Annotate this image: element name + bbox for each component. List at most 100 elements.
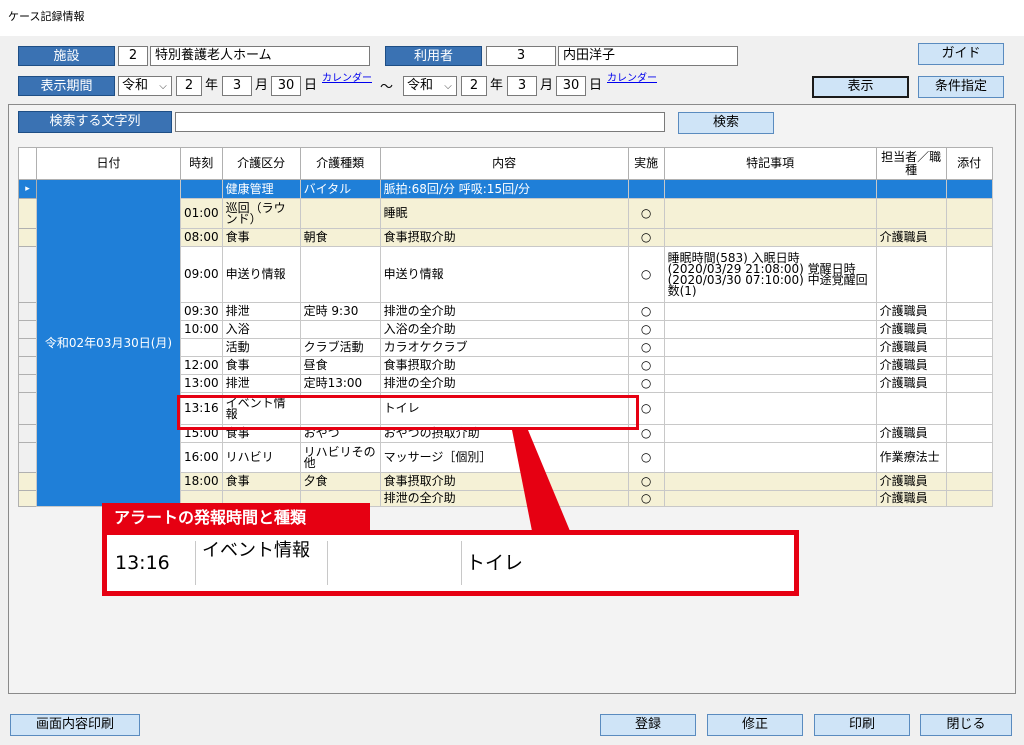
content-cell[interactable]: 入浴の全介助 — [379, 320, 629, 339]
type-cell[interactable]: 定時13:00 — [299, 374, 381, 393]
category-cell[interactable]: 食事 — [221, 356, 301, 375]
attach-cell[interactable] — [945, 490, 993, 507]
done-cell[interactable] — [627, 179, 665, 199]
done-cell[interactable]: ○ — [627, 490, 665, 507]
row-header[interactable]: ▸ — [18, 179, 37, 199]
time-cell[interactable]: 18:00 — [180, 472, 223, 491]
type-cell[interactable] — [299, 198, 381, 229]
time-cell[interactable]: 01:00 — [180, 198, 223, 229]
attach-cell[interactable] — [945, 356, 993, 375]
notes-cell[interactable] — [663, 374, 877, 393]
row-header[interactable] — [18, 424, 37, 443]
time-cell[interactable]: 13:00 — [180, 374, 223, 393]
attach-cell[interactable] — [945, 442, 993, 473]
column-header[interactable]: 介護種類 — [299, 147, 381, 180]
content-cell[interactable]: 睡眠 — [379, 198, 629, 229]
row-header[interactable] — [18, 356, 37, 375]
row-header[interactable] — [18, 490, 37, 507]
row-header[interactable] — [18, 246, 37, 303]
category-cell[interactable]: 食事 — [221, 228, 301, 247]
done-cell[interactable]: ○ — [627, 228, 665, 247]
staff-cell[interactable]: 介護職員 — [875, 472, 947, 491]
notes-cell[interactable] — [663, 179, 877, 199]
table-row[interactable]: ▸ 令和02年03月30日(月) 健康管理 バイタル 脈拍:68回/分 呼吸:15回/分 — [18, 179, 993, 507]
notes-cell[interactable] — [663, 490, 877, 507]
print-screen-button[interactable]: 画面内容印刷 — [10, 714, 140, 736]
type-cell[interactable] — [299, 246, 381, 303]
attach-cell[interactable] — [945, 374, 993, 393]
category-cell[interactable]: 健康管理 — [221, 179, 301, 199]
row-header[interactable] — [18, 392, 37, 425]
time-cell[interactable]: 16:00 — [180, 442, 223, 473]
attach-cell[interactable] — [945, 392, 993, 425]
condition-button[interactable]: 条件指定 — [918, 76, 1004, 98]
content-cell[interactable]: カラオケクラブ — [379, 338, 629, 357]
print-button[interactable]: 印刷 — [814, 714, 910, 736]
notes-cell[interactable] — [663, 228, 877, 247]
time-cell[interactable]: 10:00 — [180, 320, 223, 339]
done-cell[interactable]: ○ — [627, 442, 665, 473]
column-header[interactable]: 担当者／職種 — [875, 147, 947, 180]
done-cell[interactable]: ○ — [627, 198, 665, 229]
from-era-select[interactable]: 令和 ⌵ — [118, 76, 172, 96]
type-cell[interactable]: 夕食 — [299, 472, 381, 491]
done-cell[interactable]: ○ — [627, 302, 665, 321]
column-header[interactable]: 特記事項 — [663, 147, 877, 180]
content-cell[interactable]: 脈拍:68回/分 呼吸:15回/分 — [379, 179, 629, 199]
category-cell[interactable]: 申送り情報 — [221, 246, 301, 303]
type-cell[interactable]: リハビリその他 — [299, 442, 381, 473]
content-cell[interactable]: 排泄の全介助 — [379, 302, 629, 321]
attach-cell[interactable] — [945, 228, 993, 247]
done-cell[interactable]: ○ — [627, 356, 665, 375]
content-cell[interactable]: 食事摂取介助 — [379, 356, 629, 375]
to-month-field[interactable]: 3 — [507, 76, 537, 96]
staff-cell[interactable]: 介護職員 — [875, 490, 947, 507]
type-cell[interactable] — [299, 320, 381, 339]
staff-cell[interactable] — [875, 246, 947, 303]
to-era-select[interactable]: 令和 ⌵ — [403, 76, 457, 96]
attach-cell[interactable] — [945, 424, 993, 443]
attach-cell[interactable] — [945, 338, 993, 357]
show-button[interactable]: 表示 — [812, 76, 909, 98]
notes-cell[interactable] — [663, 338, 877, 357]
search-input[interactable] — [175, 112, 665, 132]
category-cell[interactable]: 入浴 — [221, 320, 301, 339]
from-month-field[interactable]: 3 — [222, 76, 252, 96]
edit-button[interactable]: 修正 — [707, 714, 803, 736]
notes-cell[interactable] — [663, 392, 877, 425]
staff-cell[interactable]: 介護職員 — [875, 302, 947, 321]
facility-code-field[interactable]: 2 — [118, 46, 148, 66]
staff-cell[interactable] — [875, 392, 947, 425]
type-cell[interactable]: バイタル — [299, 179, 381, 199]
column-header[interactable]: 実施 — [627, 147, 665, 180]
search-button[interactable]: 検索 — [678, 112, 774, 134]
content-cell[interactable]: 排泄の全介助 — [379, 490, 629, 507]
category-cell[interactable]: 排泄 — [221, 302, 301, 321]
staff-cell[interactable]: 作業療法士 — [875, 442, 947, 473]
time-cell[interactable] — [180, 338, 223, 357]
to-year-field[interactable]: 2 — [461, 76, 487, 96]
guide-button[interactable]: ガイド — [918, 43, 1004, 65]
done-cell[interactable]: ○ — [627, 374, 665, 393]
notes-cell[interactable] — [663, 424, 877, 443]
time-cell[interactable]: 09:30 — [180, 302, 223, 321]
attach-cell[interactable] — [945, 472, 993, 491]
close-button[interactable]: 閉じる — [920, 714, 1012, 736]
row-header[interactable] — [18, 198, 37, 229]
staff-cell[interactable] — [875, 179, 947, 199]
date-cell[interactable]: 令和02年03月30日(月) — [36, 179, 181, 507]
column-header[interactable]: 時刻 — [180, 147, 223, 180]
staff-cell[interactable]: 介護職員 — [875, 374, 947, 393]
notes-cell[interactable] — [663, 356, 877, 375]
content-cell[interactable]: マッサージ［個別］ — [379, 442, 629, 473]
done-cell[interactable]: ○ — [627, 246, 665, 303]
notes-cell[interactable] — [663, 320, 877, 339]
attach-cell[interactable] — [945, 246, 993, 303]
content-cell[interactable]: 食事摂取介助 — [379, 472, 629, 491]
staff-cell[interactable]: 介護職員 — [875, 320, 947, 339]
staff-cell[interactable]: 介護職員 — [875, 228, 947, 247]
user-code-field[interactable]: 3 — [486, 46, 556, 66]
user-name-field[interactable]: 内田洋子 — [558, 46, 738, 66]
notes-cell[interactable] — [663, 472, 877, 491]
category-cell[interactable]: 排泄 — [221, 374, 301, 393]
